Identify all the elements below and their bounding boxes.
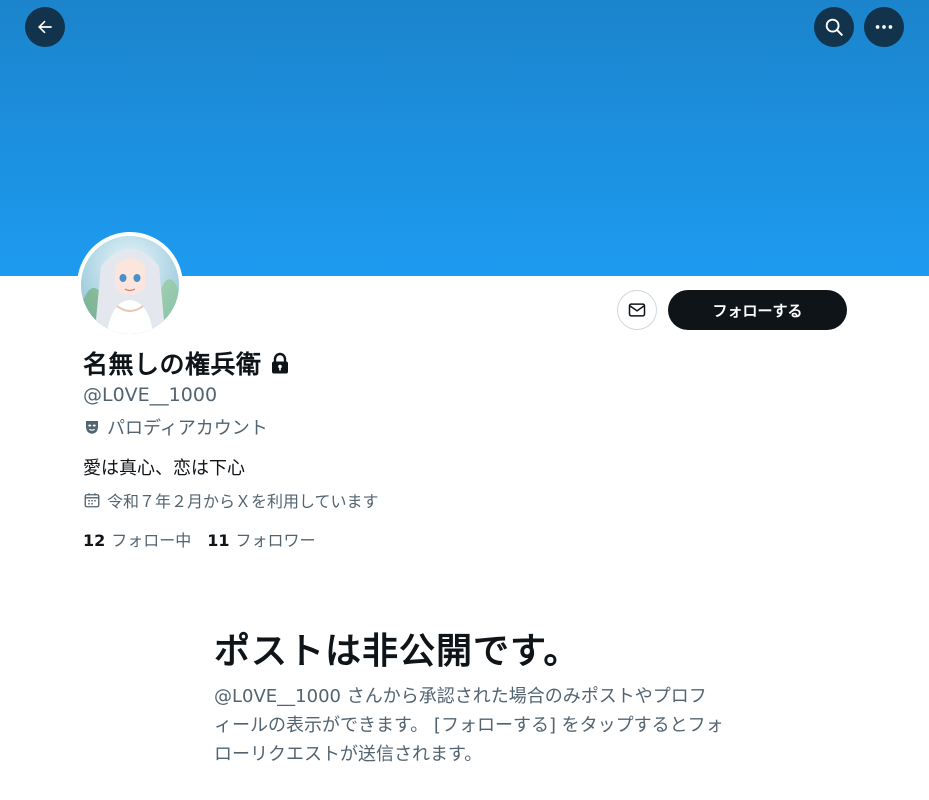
handle: @L0VE__1000 [83,384,218,406]
more-button[interactable] [864,7,904,47]
bio: 愛は真心、恋は下心 [83,458,245,479]
lock-icon [271,352,288,374]
follow-button[interactable]: フォローする [668,290,847,330]
parody-label: パロディアカウント [107,418,268,439]
followers-link[interactable]: 11 フォロワー [207,527,315,551]
name-row: 名無しの権兵衛 [83,345,290,381]
search-button[interactable] [814,7,854,47]
more-horizontal-icon [875,25,893,29]
avatar[interactable] [77,232,183,338]
private-notice-description: @L0VE__1000 さんから承認された場合のみポストやプロフィールの表示がで… [214,686,724,765]
envelope-icon [628,303,646,317]
following-label: フォロー中 [111,531,192,550]
following-link[interactable]: 12 フォロー中 [83,527,191,551]
followers-count: 11 [207,531,230,550]
search-icon [825,18,843,36]
joined-date-row: 令和７年２月からＸを利用しています [83,489,379,511]
private-notice-title: ポストは非公開です。 [214,631,581,672]
theater-mask-icon [86,421,98,434]
joined-date: 令和７年２月からＸを利用しています [107,492,379,511]
parody-label-row: パロディアカウント [83,415,268,439]
display-name: 名無しの権兵衛 [83,350,262,379]
followers-label: フォロワー [235,531,316,550]
calendar-icon [84,493,100,508]
arrow-left-icon [38,20,52,34]
back-button[interactable] [25,7,65,47]
avatar-image [81,236,179,334]
following-count: 12 [83,531,106,550]
follow-stats: 12 フォロー中 11 フォロワー [83,527,316,551]
message-button[interactable] [617,290,657,330]
